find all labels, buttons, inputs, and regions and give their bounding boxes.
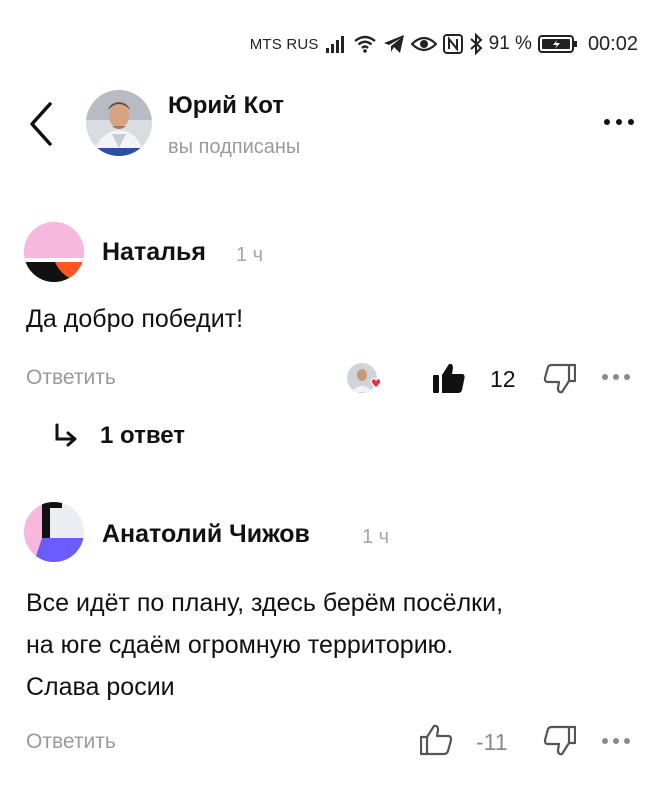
like-count: 12 (490, 366, 516, 392)
dislike-button[interactable] (542, 362, 577, 399)
back-button[interactable] (22, 98, 62, 150)
reply-button[interactable]: Ответить (26, 366, 116, 390)
more-dots-icon (602, 374, 630, 380)
clock: 00:02 (587, 32, 638, 55)
like-button[interactable] (432, 362, 466, 399)
reply-button[interactable]: Ответить (26, 730, 116, 754)
comment-more-button[interactable] (600, 370, 632, 389)
dislike-button[interactable] (542, 724, 577, 761)
nfc-icon (442, 34, 463, 54)
thumbs-up-filled-icon (433, 363, 465, 393)
commenter-avatar[interactable] (24, 502, 84, 562)
comment-text-line: Слава росии (26, 673, 175, 701)
thumbs-up-icon (419, 724, 453, 756)
profile-avatar[interactable] (86, 90, 152, 156)
commenter-avatar[interactable] (24, 222, 84, 282)
signal-icon (325, 34, 347, 54)
comment-text: Все идёт по плану, здесь берём посёлки, … (26, 582, 503, 708)
thumbs-down-icon (543, 725, 577, 756)
wifi-icon (353, 34, 377, 54)
carrier-label: MTS RUS (249, 35, 319, 53)
more-options-button[interactable] (602, 112, 636, 132)
more-dots-icon (602, 738, 630, 744)
telegram-icon (383, 34, 405, 54)
comment-text-line: на юге сдаём огромную территорию. (26, 631, 454, 659)
comment-more-button[interactable] (600, 734, 632, 753)
replies-count-label: 1 ответ (100, 422, 186, 449)
comment-text-line: Все идёт по плану, здесь берём посёлки, (26, 589, 504, 617)
comment-author[interactable]: Анатолий Чижов (102, 520, 310, 549)
battery-icon (537, 34, 578, 54)
comment-text: Да добро победит! (26, 305, 244, 333)
show-replies-link[interactable]: 1 ответ (52, 422, 185, 450)
comment-time: 1 ч (236, 244, 264, 266)
like-count: -11 (476, 729, 508, 755)
thumbs-down-icon (543, 363, 577, 394)
eye-icon (410, 35, 437, 53)
subscription-status: вы подписаны (168, 136, 301, 158)
battery-percent: 91 % (488, 33, 532, 54)
reply-arrow-icon (55, 423, 77, 447)
chevron-left-icon (30, 102, 52, 146)
like-button[interactable] (419, 724, 454, 761)
author-liked-badge (346, 362, 382, 396)
comment-author[interactable]: Наталья (102, 238, 206, 267)
status-bar: MTS RUS 91 % 00:02 (250, 30, 638, 58)
profile-name[interactable]: Юрий Кот (168, 92, 284, 120)
comment-time: 1 ч (362, 526, 390, 548)
more-dots-icon (604, 119, 634, 125)
bluetooth-icon (469, 33, 483, 55)
